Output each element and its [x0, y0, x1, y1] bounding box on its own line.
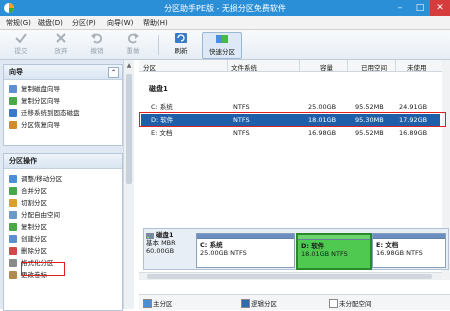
op-resize-move[interactable]: 调整/移动分区 — [4, 173, 122, 185]
undo-icon — [91, 33, 103, 44]
partition-block-d[interactable]: D: 软件 18.01GB NTFS — [296, 233, 372, 270]
label-icon — [9, 271, 17, 279]
disk-label[interactable]: 磁盘1 — [149, 84, 168, 94]
op-delete[interactable]: 删除分区 — [4, 245, 122, 257]
submit-button[interactable]: 提交 — [6, 32, 36, 57]
menu-partition[interactable]: 分区(P) — [72, 18, 96, 28]
toolbar: 提交 放弃 撤销 重做 刷新 快速分区 — [0, 30, 450, 60]
menu-disk[interactable]: 磁盘(D) — [38, 18, 63, 28]
recovery-icon — [9, 121, 17, 129]
refresh-button[interactable]: 刷新 — [166, 32, 196, 57]
wizard-panel-header[interactable]: 向导 ⌃ — [4, 65, 122, 80]
legend-logical: 逻辑分区 — [251, 300, 277, 308]
split-icon — [9, 199, 17, 207]
legend-unallocated-swatch — [329, 299, 338, 308]
redo-icon — [127, 33, 139, 44]
disk-map: 磁盘1 基本 MBR 60.00GB C: 系统 25.00GB NTFS D: … — [143, 228, 449, 270]
table-row[interactable]: E: 文档 NTFS 16.98GB 95.52MB 16.89GB — [141, 127, 440, 139]
col-free[interactable]: 未使用 — [407, 62, 427, 72]
legend-primary-swatch — [143, 299, 152, 308]
col-used[interactable]: 已用空间 — [361, 62, 387, 72]
discard-button[interactable]: 放弃 — [46, 32, 76, 57]
col-filesystem[interactable]: 文件系统 — [231, 62, 257, 72]
title-bar: 分区助手PE版 - 无损分区免费软件 – □ ✕ — [0, 0, 450, 16]
migrate-icon — [9, 109, 17, 117]
wizard-copy-disk[interactable]: 复制磁盘向导 — [4, 83, 122, 95]
undo-button[interactable]: 撤销 — [82, 32, 112, 57]
disk-info[interactable]: 磁盘1 基本 MBR 60.00GB — [146, 231, 194, 267]
legend-primary: 主分区 — [153, 300, 173, 308]
allocate-icon — [9, 211, 17, 219]
legend-unallocated: 未分配空间 — [339, 300, 372, 308]
scrollbar-thumb[interactable] — [126, 74, 132, 184]
ops-panel-header[interactable]: 分区操作 — [4, 154, 122, 169]
toolbar-separator — [158, 35, 159, 55]
op-split[interactable]: 切割分区 — [4, 197, 122, 209]
sidebar-scrollbar[interactable]: ▲ — [123, 60, 134, 309]
wizard-copy-partition[interactable]: 复制分区向导 — [4, 95, 122, 107]
window-title: 分区助手PE版 - 无损分区免费软件 — [164, 4, 286, 13]
menu-general[interactable]: 常规(G) — [6, 18, 31, 28]
scroll-up-icon[interactable]: ▲ — [125, 62, 133, 70]
op-copy[interactable]: 复制分区 — [4, 221, 122, 233]
table-hscrollbar[interactable] — [139, 272, 442, 280]
col-partition[interactable]: 分区 — [143, 62, 156, 72]
quick-partition-icon — [216, 35, 228, 43]
menu-help[interactable]: 帮助(H) — [143, 18, 168, 28]
split-highlight-box — [21, 262, 65, 276]
partition-block-c[interactable]: C: 系统 25.00GB NTFS — [196, 233, 295, 268]
menu-wizard[interactable]: 向导(W) — [107, 18, 133, 28]
wizard-migrate-os[interactable]: 迁移系统到固态磁盘 — [4, 107, 122, 119]
col-capacity[interactable]: 容量 — [320, 62, 333, 72]
maximize-button[interactable]: □ — [410, 0, 430, 16]
partition-table: 分区 文件系统 容量 已用空间 未使用 磁盘1 C: 系统 NTFS 25.00… — [139, 60, 450, 309]
collapse-icon[interactable]: ⌃ — [108, 67, 119, 78]
op-create[interactable]: 创建分区 — [4, 233, 122, 245]
discard-icon — [56, 33, 66, 43]
op-merge[interactable]: 合并分区 — [4, 185, 122, 197]
copy-icon — [9, 223, 17, 231]
wizard-partition-recovery[interactable]: 分区恢复向导 — [4, 119, 122, 131]
resize-icon — [9, 175, 17, 183]
close-button[interactable]: ✕ — [430, 0, 450, 16]
legend: 主分区 逻辑分区 未分配空间 — [139, 294, 450, 310]
partition-copy-icon — [9, 97, 17, 105]
create-icon — [9, 235, 17, 243]
quick-partition-button[interactable]: 快速分区 — [202, 32, 242, 59]
partition-block-e[interactable]: E: 文档 16.98GB NTFS — [372, 233, 446, 268]
redo-button[interactable]: 重做 — [118, 32, 148, 57]
wizard-panel: 向导 ⌃ 复制磁盘向导 复制分区向导 迁移系统到固态磁盘 分区恢复向导 — [3, 64, 123, 146]
merge-icon — [9, 187, 17, 195]
format-icon — [9, 259, 17, 267]
minimize-button[interactable]: – — [390, 0, 410, 16]
op-allocate-free[interactable]: 分配自由空间 — [4, 209, 122, 221]
legend-logical-swatch — [241, 299, 250, 308]
selected-row-highlight-box — [139, 112, 446, 127]
table-header: 分区 文件系统 容量 已用空间 未使用 — [139, 60, 442, 72]
disk-copy-icon — [9, 85, 17, 93]
disk-icon — [146, 233, 154, 239]
check-icon — [15, 33, 27, 44]
refresh-icon — [175, 33, 187, 43]
ops-panel: 分区操作 调整/移动分区 合并分区 切割分区 分配自由空间 复制分区 创建分区 … — [3, 153, 123, 311]
menu-bar: 常规(G) 磁盘(D) 分区(P) 向导(W) 帮助(H) — [0, 16, 450, 30]
delete-icon — [9, 247, 17, 255]
sidebar: 向导 ⌃ 复制磁盘向导 复制分区向导 迁移系统到固态磁盘 分区恢复向导 分区操作… — [0, 60, 133, 311]
